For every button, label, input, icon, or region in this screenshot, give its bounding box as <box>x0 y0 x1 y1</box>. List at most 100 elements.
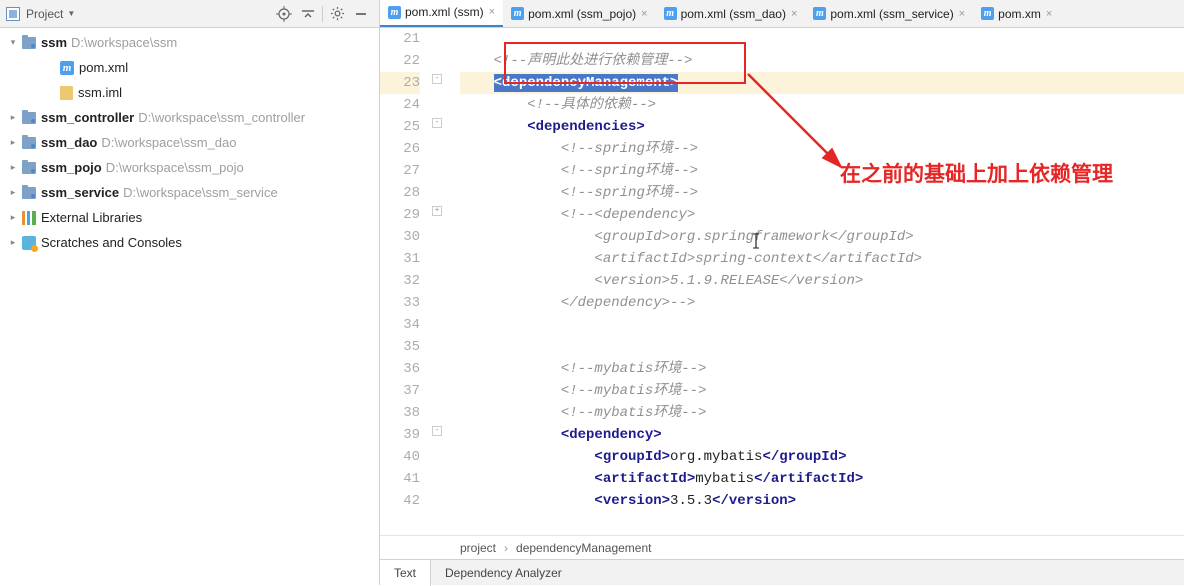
tree-item-label: ssm_pojo <box>41 160 102 175</box>
line-number: 38 <box>380 402 420 424</box>
tree-item-path: D:\workspace\ssm_dao <box>101 135 236 150</box>
collapse-icon[interactable] <box>296 2 320 26</box>
code-line[interactable]: <groupId>org.springframework</groupId> <box>460 226 1184 248</box>
tree-item-label: ssm_controller <box>41 110 134 125</box>
tree-item[interactable]: ▸ ssm_service D:\workspace\ssm_service <box>0 180 379 205</box>
maven-icon: m <box>388 6 401 19</box>
code-line[interactable] <box>460 314 1184 336</box>
fold-column[interactable]: - - + - <box>430 28 460 535</box>
tree-item[interactable]: ▸ ssm_pojo D:\workspace\ssm_pojo <box>0 155 379 180</box>
breadcrumb[interactable]: project›dependencyManagement <box>380 535 1184 559</box>
tree-item-label: ssm.iml <box>78 85 122 100</box>
tree-item[interactable]: ▾ssmD:\workspace\ssm <box>0 30 379 55</box>
editor-tab[interactable]: m pom.xml (ssm_dao) × <box>656 0 806 28</box>
line-number: 29 <box>380 204 420 226</box>
tab-label: pom.xml (ssm_pojo) <box>528 7 636 21</box>
chevron-down-icon[interactable]: ▼ <box>67 9 75 18</box>
module-folder-icon <box>22 137 36 149</box>
tree-item[interactable]: ▸ External Libraries <box>0 205 379 230</box>
code-line[interactable]: <artifactId>spring-context</artifactId> <box>460 248 1184 270</box>
editor-area: mpom.xml (ssm)×mpom.xml (ssm_pojo)×mpom.… <box>380 0 1184 585</box>
project-tree[interactable]: ▾ssmD:\workspace\ssmmpom.xml ssm.iml ▸ ssm_… <box>0 28 379 585</box>
bottom-tab[interactable]: Dependency Analyzer <box>431 560 576 586</box>
close-icon[interactable]: × <box>791 8 797 20</box>
editor-tab[interactable]: m pom.xml (ssm_pojo) × <box>503 0 655 28</box>
breadcrumb-item[interactable]: project <box>460 541 496 555</box>
module-folder-icon <box>22 37 36 49</box>
tab-label: pom.xm <box>998 7 1041 21</box>
tree-item-label: ssm_service <box>41 185 119 200</box>
code-line[interactable]: <artifactId>mybatis</artifactId> <box>460 468 1184 490</box>
chevron-right-icon[interactable]: ▸ <box>6 161 20 175</box>
tree-item-label: pom.xml <box>79 60 128 75</box>
code-line[interactable] <box>460 336 1184 358</box>
tree-item-path: D:\workspace\ssm <box>71 35 177 50</box>
editor-tab[interactable]: mpom.xml (ssm)× <box>380 0 503 28</box>
fold-toggle-icon[interactable]: - <box>432 74 442 84</box>
chevron-down-icon[interactable]: ▾ <box>6 36 20 50</box>
line-number: 30 <box>380 226 420 248</box>
code-line[interactable] <box>460 28 1184 50</box>
tree-item-label: ssm_dao <box>41 135 97 150</box>
maven-icon: m <box>981 7 994 20</box>
code-line[interactable]: </dependency>--> <box>460 292 1184 314</box>
maven-icon: m <box>664 7 677 20</box>
code-line[interactable]: <dependency> <box>460 424 1184 446</box>
code-line[interactable]: <dependencyManagement> <box>460 72 1184 94</box>
tab-label: pom.xml (ssm_dao) <box>681 7 786 21</box>
tree-item[interactable]: mpom.xml <box>0 55 379 80</box>
tree-item[interactable]: ssm.iml <box>0 80 379 105</box>
code-line[interactable]: <!--mybatis环境--> <box>460 358 1184 380</box>
code-line[interactable]: <!--具体的依赖--> <box>460 94 1184 116</box>
code-line[interactable]: <!--mybatis环境--> <box>460 402 1184 424</box>
code-content[interactable]: <!--声明此处进行依赖管理--> <dependencyManagement>… <box>460 28 1184 535</box>
tree-item[interactable]: ▸ ssm_dao D:\workspace\ssm_dao <box>0 130 379 155</box>
tree-item-path: D:\workspace\ssm_service <box>123 185 278 200</box>
close-icon[interactable]: × <box>1046 8 1052 20</box>
bottom-tab[interactable]: Text <box>380 560 431 586</box>
code-line[interactable]: <version>5.1.9.RELEASE</version> <box>460 270 1184 292</box>
breadcrumb-item[interactable]: dependencyManagement <box>516 541 651 555</box>
line-number: 31 <box>380 248 420 270</box>
line-number: 26 <box>380 138 420 160</box>
fold-toggle-icon[interactable]: - <box>432 118 442 128</box>
tree-item-path: D:\workspace\ssm_pojo <box>106 160 244 175</box>
chevron-right-icon[interactable]: ▸ <box>6 211 20 225</box>
line-number: 32 <box>380 270 420 292</box>
gear-icon[interactable] <box>325 2 349 26</box>
code-line[interactable]: <dependencies> <box>460 116 1184 138</box>
tab-label: pom.xml (ssm_service) <box>830 7 953 21</box>
code-line[interactable]: <version>3.5.3</version> <box>460 490 1184 512</box>
fold-toggle-icon[interactable]: - <box>432 426 442 436</box>
close-icon[interactable]: × <box>959 8 965 20</box>
tree-item-label: External Libraries <box>41 210 142 225</box>
locate-icon[interactable] <box>272 2 296 26</box>
code-line[interactable]: <groupId>org.mybatis</groupId> <box>460 446 1184 468</box>
chevron-right-icon[interactable]: ▸ <box>6 186 20 200</box>
tree-item[interactable]: ▸ssm_controllerD:\workspace\ssm_controll… <box>0 105 379 130</box>
maven-icon: m <box>511 7 524 20</box>
editor-tab[interactable]: m pom.xm × <box>973 0 1060 28</box>
chevron-right-icon[interactable]: ▸ <box>6 111 20 125</box>
editor-tab[interactable]: mpom.xml (ssm_service)× <box>805 0 973 28</box>
sidebar-title[interactable]: Project <box>26 7 63 21</box>
bottom-tabs: TextDependency Analyzer <box>380 559 1184 585</box>
code-line[interactable]: <!--<dependency> <box>460 204 1184 226</box>
chevron-right-icon[interactable]: ▸ <box>6 136 20 150</box>
line-number: 25 <box>380 116 420 138</box>
line-number: 27 <box>380 160 420 182</box>
code-line[interactable]: <!--mybatis环境--> <box>460 380 1184 402</box>
close-icon[interactable]: × <box>489 6 495 18</box>
editor-tabs: mpom.xml (ssm)×mpom.xml (ssm_pojo)×mpom.… <box>380 0 1184 28</box>
minimize-icon[interactable] <box>349 2 373 26</box>
fold-toggle-icon[interactable]: + <box>432 206 442 216</box>
line-number: 21 <box>380 28 420 50</box>
tree-item[interactable]: ▸Scratches and Consoles <box>0 230 379 255</box>
code-line[interactable]: <!--声明此处进行依赖管理--> <box>460 50 1184 72</box>
close-icon[interactable]: × <box>641 8 647 20</box>
line-number: 22 <box>380 50 420 72</box>
chevron-right-icon[interactable]: ▸ <box>6 236 20 250</box>
code-editor[interactable]: 2122232425262728293031323334353637383940… <box>380 28 1184 535</box>
code-line[interactable]: <!--spring环境--> <box>460 138 1184 160</box>
module-folder-icon <box>22 162 36 174</box>
